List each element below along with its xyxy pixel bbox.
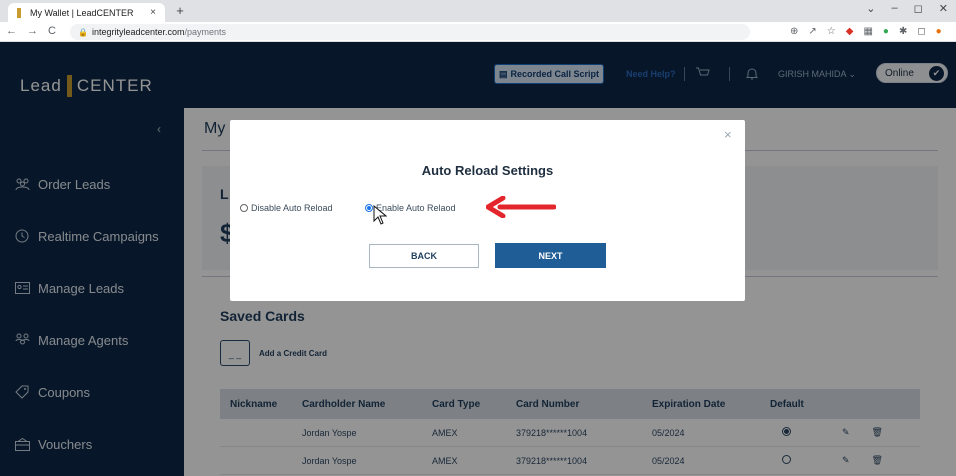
reload-icon[interactable]: C [48,25,56,37]
extension-icon[interactable]: ◆ [846,26,854,37]
browser-tab[interactable]: My Wallet | LeadCENTER × [8,3,165,22]
back-arrow-icon[interactable]: ← [6,25,17,37]
forward-arrow-icon[interactable]: → [27,25,38,37]
extension-icon[interactable]: ● [883,26,889,37]
next-button[interactable]: NEXT [495,243,606,268]
menu-dots-icon[interactable]: ⋮ [952,26,956,37]
new-tab-button[interactable]: + [172,3,188,19]
enable-option-label: Enable Auto Relaod [376,203,456,213]
disable-radio[interactable] [240,204,248,212]
close-window-icon[interactable]: ✕ [939,2,948,15]
tab-title: My Wallet | LeadCENTER [30,7,134,18]
sidepanel-icon[interactable]: ◻ [917,26,925,37]
lock-icon: 🔒 [78,27,88,37]
modal-title: Auto Reload Settings [421,163,554,178]
tab-close-icon[interactable]: × [147,7,159,18]
puzzle-icon[interactable]: ✱ [899,26,907,37]
url-path: /payments [184,27,227,37]
url-domain: integrityleadcenter.com [91,27,185,37]
disable-auto-reload-option[interactable]: Disable Auto Reload [240,203,333,213]
minimize-icon[interactable]: – [892,2,898,15]
bookmark-star-icon[interactable]: ☆ [827,26,836,37]
close-icon[interactable]: × [724,127,732,142]
enable-radio[interactable] [365,204,373,212]
browser-address-bar: ← → C 🔒 integrityleadcenter.com/payments… [0,22,956,42]
share-icon[interactable]: ↗ [808,26,816,37]
mouse-pointer-icon [373,204,388,230]
extension-icon[interactable]: ▦ [863,26,872,37]
leadcenter-favicon-icon [14,7,24,18]
extension-icons: ⊕ ↗ ☆ ◆ ▦ ● ✱ ◻ ● ⋮ [790,26,956,37]
browser-tab-bar: My Wallet | LeadCENTER × + ⌄ – ◻ ✕ [0,0,956,22]
back-button[interactable]: BACK [369,244,479,268]
url-field[interactable]: 🔒 integrityleadcenter.com/payments [70,24,750,40]
profile-avatar-icon[interactable]: ● [936,26,942,37]
disable-option-label: Disable Auto Reload [251,203,333,213]
nav-buttons: ← → C [6,25,56,37]
tab-search-icon[interactable]: ⌄ [866,2,875,15]
zoom-icon[interactable]: ⊕ [790,26,798,37]
red-arrow-annotation-icon [485,195,557,223]
maximize-icon[interactable]: ◻ [914,2,923,15]
window-controls: ⌄ – ◻ ✕ [866,2,948,15]
